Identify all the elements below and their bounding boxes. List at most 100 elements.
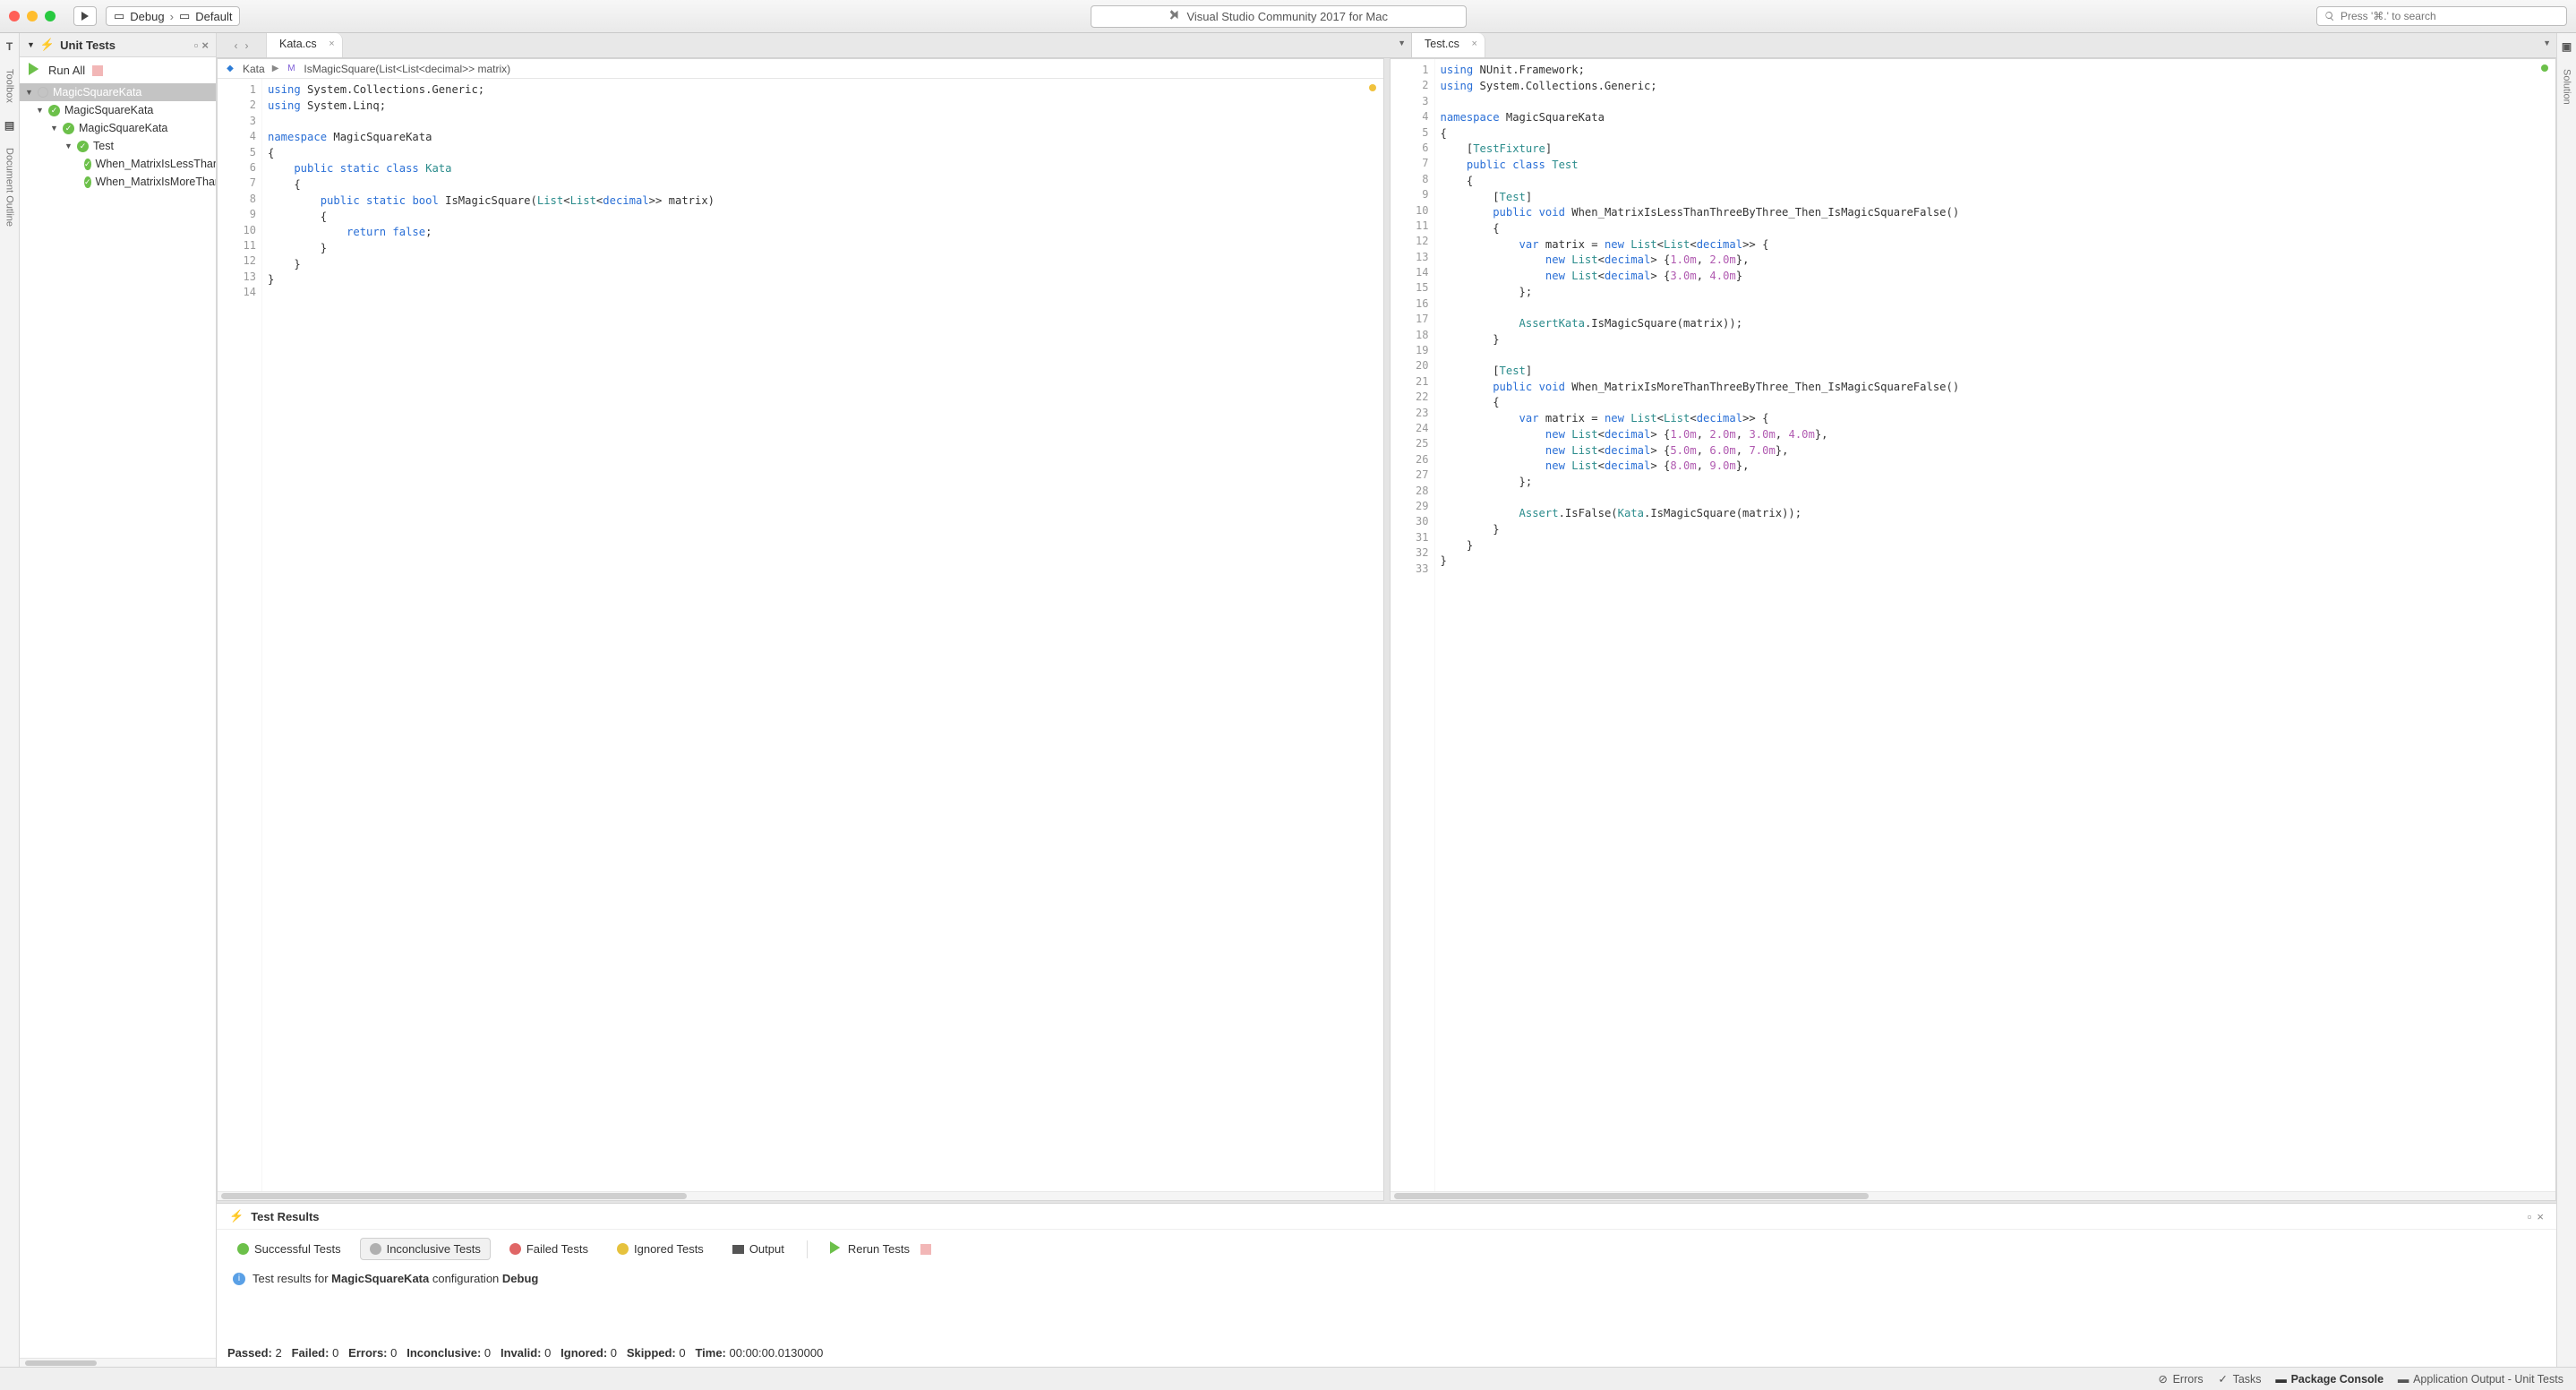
toolbox-icon[interactable]: T (6, 40, 13, 53)
visual-studio-icon (1168, 9, 1181, 24)
run-button[interactable] (73, 6, 97, 26)
search-input[interactable] (2341, 10, 2559, 22)
node-pass-icon (63, 123, 74, 134)
results-dock-icon[interactable]: ▫ (2528, 1210, 2532, 1223)
solution-icon[interactable]: ▣ (2562, 40, 2572, 53)
failed-icon (509, 1243, 521, 1255)
solution-tab[interactable]: Solution (2562, 69, 2572, 105)
crumb-method[interactable]: IsMagicSquare(List<List<decimal>> matrix… (304, 63, 510, 75)
maximize-window-icon[interactable] (45, 11, 56, 21)
tree-label: When_MatrixIsMoreThanThreeByThree_Then_I… (96, 176, 216, 188)
node-pass-icon (84, 159, 91, 170)
panel-close-icon[interactable]: × (201, 39, 209, 52)
crumb-class[interactable]: Kata (243, 63, 265, 75)
nav-back-icon[interactable]: ‹ (235, 39, 238, 52)
document-outline-tab[interactable]: Document Outline (4, 148, 15, 227)
editor-scrollbar[interactable] (218, 1191, 1383, 1200)
right-tool-strip: ▣ Solution (2556, 33, 2576, 1367)
tab-overflow-icon[interactable]: ▼ (2543, 39, 2551, 47)
filter-successful[interactable]: Successful Tests (227, 1238, 351, 1260)
outline-icon[interactable]: ▤ (4, 119, 14, 132)
console-icon: ▬ (2398, 1374, 2409, 1385)
breadcrumb-left[interactable]: ◆ Kata ▶ M IsMagicSquare(List<List<decim… (218, 59, 1383, 79)
tabbar-left: Kata.cs × ▼ (267, 33, 1412, 57)
run-all-icon[interactable] (29, 63, 41, 78)
unit-tests-title: Unit Tests (60, 39, 116, 52)
stop-tests-icon[interactable] (92, 65, 103, 76)
run-all-label[interactable]: Run All (48, 64, 85, 77)
nav-forward-icon[interactable]: › (245, 39, 249, 52)
tree-node[interactable]: ▼ MagicSquareKata (20, 119, 216, 137)
status-package-console[interactable]: ▬Package Console (2276, 1373, 2384, 1386)
filter-inconclusive[interactable]: Inconclusive Tests (360, 1238, 491, 1260)
tree-scrollbar[interactable] (20, 1358, 216, 1367)
test-results-panel: ⚡ Test Results ▫ × Successful Tests Inco… (217, 1203, 2556, 1367)
tab-overflow-icon[interactable]: ▼ (1398, 39, 1406, 47)
code-text[interactable]: using System.Collections.Generic; using … (262, 79, 1383, 1191)
run-icon (830, 1241, 843, 1257)
lightning-icon: ⚡ (229, 1209, 244, 1223)
results-header: ⚡ Test Results ▫ × (217, 1204, 2556, 1230)
title-center: Visual Studio Community 2017 for Mac (249, 5, 2307, 28)
status-app-output[interactable]: ▬Application Output - Unit Tests (2398, 1373, 2563, 1386)
panel-collapse-icon[interactable]: ▼ (27, 40, 35, 49)
tree-label: Test (93, 140, 114, 152)
left-tool-strip: T Toolbox ▤ Document Outline (0, 33, 20, 1367)
status-errors[interactable]: ⊘Errors (2158, 1373, 2204, 1386)
node-pass-icon (84, 176, 91, 188)
line-gutter: 1234567891011121314 (218, 79, 262, 1191)
stop-icon[interactable] (920, 1244, 931, 1255)
filter-output[interactable]: Output (723, 1238, 794, 1260)
check-icon: ✓ (2218, 1374, 2229, 1385)
console-icon: ▬ (2276, 1374, 2287, 1385)
toolbox-tab[interactable]: Toolbox (4, 69, 15, 103)
rerun-tests-button[interactable]: Rerun Tests (820, 1237, 941, 1261)
results-close-icon[interactable]: × (2537, 1210, 2544, 1223)
tab-test[interactable]: Test.cs × (1412, 33, 1485, 57)
lightning-icon: ⚡ (40, 38, 55, 52)
titlebar: ▭ Debug › ▭ Default Visual Studio Commun… (0, 0, 2576, 33)
editor-scrollbar[interactable] (1391, 1191, 2556, 1200)
method-icon: M (286, 64, 296, 74)
tree-leaf[interactable]: When_MatrixIsMoreThanThreeByThree_Then_I… (20, 173, 216, 191)
tab-close-icon[interactable]: × (329, 39, 334, 49)
tab-kata[interactable]: Kata.cs × (267, 33, 343, 57)
file-status-dot-icon (1369, 84, 1376, 91)
status-tasks[interactable]: ✓Tasks (2218, 1373, 2262, 1386)
breadcrumb-separator: › (170, 10, 174, 23)
results-summary: Passed: 2 Failed: 0 Errors: 0 Inconclusi… (217, 1334, 2556, 1367)
nav-arrows: ‹ › (217, 33, 267, 57)
filter-ignored[interactable]: Ignored Tests (607, 1238, 714, 1260)
results-title: Test Results (251, 1210, 319, 1223)
tab-label: Kata.cs (279, 38, 317, 50)
run-all-row: Run All (20, 57, 216, 83)
code-text[interactable]: using NUnit.Framework; using System.Coll… (1435, 59, 2556, 1191)
code-area-right[interactable]: 1234567891011121314151617181920212223242… (1391, 59, 2556, 1191)
file-status-dot-icon (2541, 64, 2548, 72)
tree-leaf[interactable]: When_MatrixIsLessThanThreeByThree_Then_I… (20, 155, 216, 173)
global-search[interactable] (2316, 6, 2567, 26)
run-config-selector[interactable]: ▭ Debug › ▭ Default (106, 6, 240, 26)
app-title-pill: Visual Studio Community 2017 for Mac (1091, 5, 1467, 28)
unit-tests-header: ▼ ⚡ Unit Tests ▫ × (20, 33, 216, 57)
code-area-left[interactable]: 1234567891011121314 using System.Collect… (218, 79, 1383, 1191)
tree-label: When_MatrixIsLessThanThreeByThree_Then_I… (96, 158, 216, 170)
tab-close-icon[interactable]: × (1471, 39, 1476, 49)
ignored-icon (617, 1243, 629, 1255)
error-icon: ⊘ (2158, 1374, 2169, 1385)
panel-dock-icon[interactable]: ▫ (194, 39, 199, 52)
search-icon (2324, 11, 2335, 21)
config-label: Debug (130, 10, 164, 23)
tree-root[interactable]: ▼ MagicSquareKata (20, 83, 216, 101)
class-icon: ◆ (225, 64, 235, 74)
minimize-window-icon[interactable] (27, 11, 38, 21)
tree-node[interactable]: ▼ Test (20, 137, 216, 155)
node-pass-icon (48, 105, 60, 116)
tabbar-right: Test.cs × ▼ (1412, 33, 2556, 57)
editors-region: ‹ › Kata.cs × ▼ Test.cs × ▼ (217, 33, 2556, 1367)
test-tree[interactable]: ▼ MagicSquareKata ▼ MagicSquareKata ▼ Ma… (20, 83, 216, 1358)
tree-label: MagicSquareKata (79, 122, 167, 134)
tree-node[interactable]: ▼ MagicSquareKata (20, 101, 216, 119)
close-window-icon[interactable] (9, 11, 20, 21)
filter-failed[interactable]: Failed Tests (500, 1238, 598, 1260)
